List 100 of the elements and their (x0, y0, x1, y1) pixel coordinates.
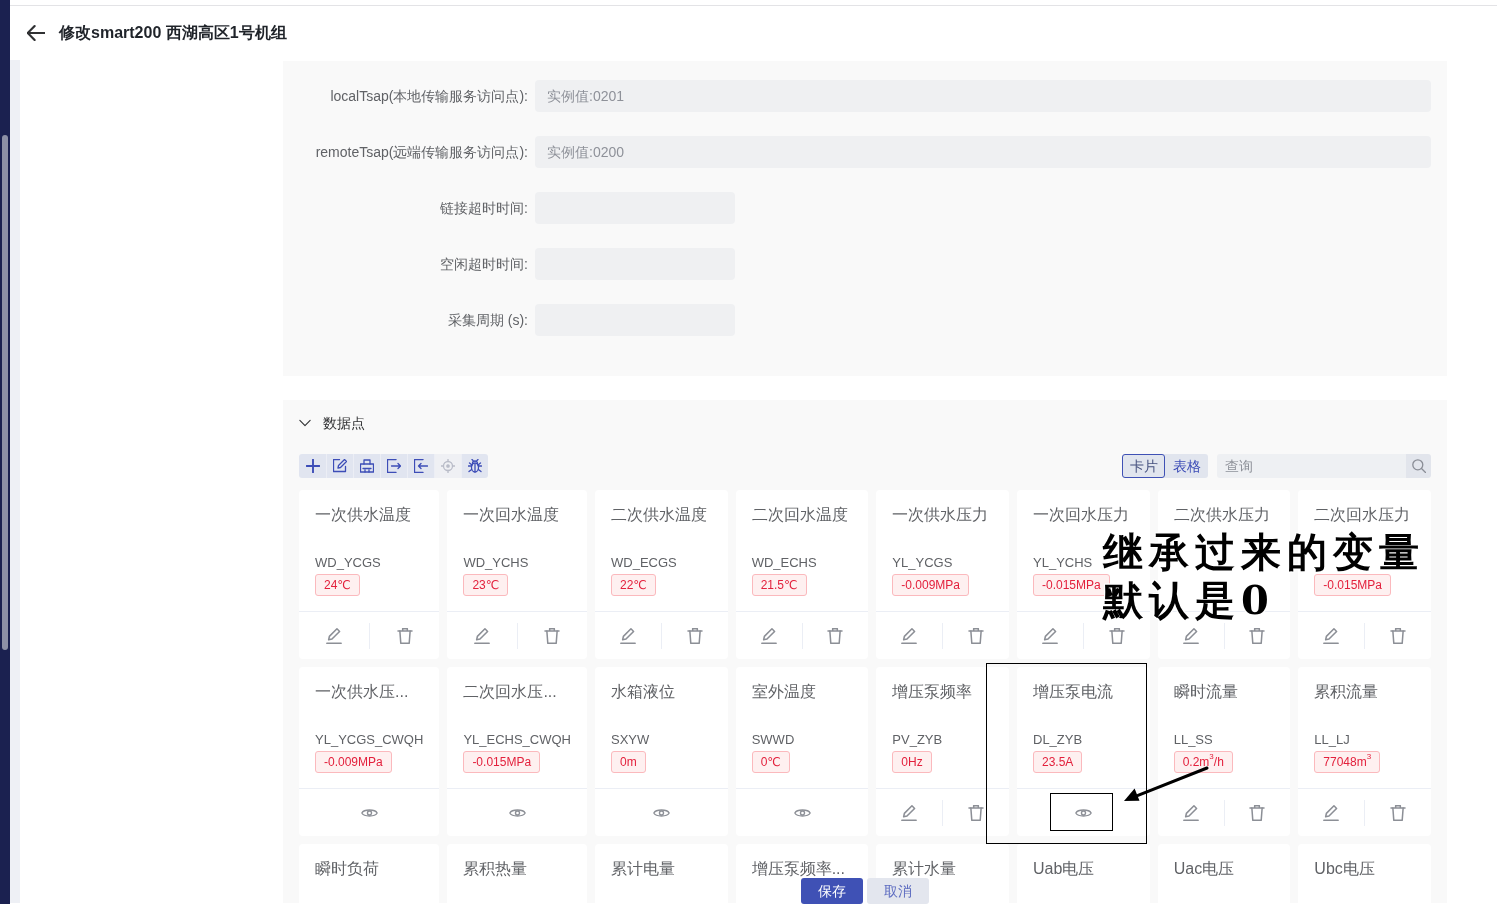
trash-icon (686, 627, 703, 644)
save-button[interactable]: 保存 (801, 878, 863, 904)
eye-icon (1074, 807, 1092, 818)
card-title: 增压泵频率 (892, 682, 973, 702)
value-tag: 24℃ (315, 574, 360, 596)
value-tag: 0℃ (751, 751, 790, 773)
back-arrow-icon (27, 24, 45, 42)
eye-icon (652, 807, 670, 818)
pencil-icon (474, 627, 491, 644)
view-tab[interactable]: 表格 (1165, 454, 1208, 478)
card-title: 二次供水温度 (611, 505, 707, 525)
import-icon (414, 459, 428, 473)
pencil-icon (325, 627, 342, 644)
variable-code: YL_YCHS (1033, 554, 1093, 572)
printer-icon (360, 459, 374, 473)
value-tag: -0.009MPa (892, 574, 970, 596)
value-tag: -0.015MPa (463, 751, 541, 773)
eye-icon (360, 807, 378, 818)
card-title: 增压泵频率... (751, 859, 845, 879)
value-tag: -0.009MPa (315, 751, 392, 773)
variable-code: WD_YCGS (315, 554, 381, 572)
variable-code: SXYW (611, 731, 650, 749)
variable-code: YL_ECHS_CWQH (463, 731, 571, 749)
value-tag: -0.015MPa (1314, 574, 1392, 596)
card-title: 瞬时负荷 (315, 859, 379, 879)
variable-code: LL_LJ (1314, 731, 1350, 749)
edit-button[interactable] (326, 454, 353, 478)
search-button[interactable] (1406, 454, 1431, 478)
trash-icon (1390, 804, 1407, 821)
pencil-icon (1323, 804, 1340, 821)
card-title: 瞬时流量 (1173, 682, 1238, 702)
field-label: 空闲超时时间: (439, 254, 529, 274)
card-title: 室外温度 (751, 682, 816, 702)
export-icon (387, 459, 401, 473)
trash-icon (968, 804, 985, 821)
card-title: 累积热量 (463, 859, 528, 879)
variable-code: YL_YCGS (892, 554, 953, 572)
value-tag: 21.5℃ (751, 574, 807, 596)
card-title: Uac电压 (1173, 859, 1235, 879)
trash-icon (1108, 627, 1125, 644)
field-label: 链接超时时间: (439, 198, 529, 218)
card-title: 一次供水压力 (892, 505, 989, 525)
field-label: localTsap(本地传输服务访问点): (329, 86, 529, 106)
annotation-text: 继承过来的变量 (1101, 527, 1426, 574)
value-tag: 0m (611, 751, 646, 773)
card-title: 水箱液位 (611, 682, 675, 702)
import-button[interactable] (407, 454, 434, 478)
card-title: 增压泵电流 (1033, 682, 1113, 702)
plus-icon (305, 459, 320, 473)
card-title: 累计水量 (892, 859, 957, 879)
trash-icon (968, 627, 985, 644)
scrollbar-thumb[interactable] (2, 135, 8, 650)
value-tag: 22℃ (611, 574, 656, 596)
card-title: 一次回水压力 (1033, 505, 1129, 525)
cancel-button[interactable]: 取消 (867, 878, 929, 904)
chevron-down-icon[interactable] (299, 417, 311, 429)
print-button[interactable] (353, 454, 380, 478)
variable-code: PV_ZYB (892, 731, 943, 749)
field-label: 采集周期 (s): (446, 310, 529, 330)
variable-code: WD_YCHS (463, 554, 529, 572)
view-tab[interactable]: 卡片 (1122, 454, 1165, 478)
export-button[interactable] (380, 454, 407, 478)
pencil-icon (1323, 627, 1340, 644)
trash-icon (1249, 804, 1266, 821)
variable-code: SWWD (751, 731, 795, 749)
input-field[interactable]: 实例值:0201 (535, 80, 1431, 112)
trash-icon (544, 627, 561, 644)
card-title: 一次回水温度 (463, 505, 560, 525)
card-title: 一次供水温度 (315, 505, 411, 525)
debug-button[interactable] (461, 454, 488, 478)
input-field[interactable]: 实例值:0200 (535, 136, 1431, 168)
variable-code: WD_ECGS (611, 554, 677, 572)
variable-code: YL_YCGS_CWQH (315, 731, 424, 749)
variable-code: LL_SS (1173, 731, 1213, 749)
card-title: 累计电量 (611, 859, 675, 879)
card-title: 二次供水压力 (1173, 505, 1270, 525)
card-title: 累积流量 (1314, 682, 1379, 702)
bug-icon (468, 459, 482, 473)
pencil-icon (901, 627, 918, 644)
pencil-icon (1041, 627, 1058, 644)
card-title: 二次回水压力 (1314, 505, 1411, 525)
card-title: 二次回水温度 (751, 505, 848, 525)
add-button[interactable] (299, 454, 326, 478)
crosshair-icon (441, 459, 455, 473)
back-button[interactable] (27, 24, 45, 42)
value-tag: 23℃ (463, 574, 509, 596)
card-title: 二次回水压... (463, 682, 557, 702)
pencil-icon (1182, 804, 1199, 821)
value-tag: 23.5A (1033, 751, 1083, 773)
eye-icon (793, 807, 811, 818)
value-tag: 0.2m$^{3}$/h (1173, 751, 1233, 773)
pencil-icon (901, 804, 918, 821)
search-field[interactable]: 查询 (1217, 454, 1407, 478)
variable-code: WD_ECHS (751, 554, 817, 572)
card-title: Uab电压 (1033, 859, 1095, 879)
edit-icon (333, 459, 347, 473)
field-label: remoteTsap(远端传输服务访问点): (314, 142, 529, 162)
card-title: 一次供水压... (315, 682, 409, 702)
page-title: 修改smart200 西湖高区1号机组 (59, 23, 287, 43)
trash-icon (827, 627, 844, 644)
